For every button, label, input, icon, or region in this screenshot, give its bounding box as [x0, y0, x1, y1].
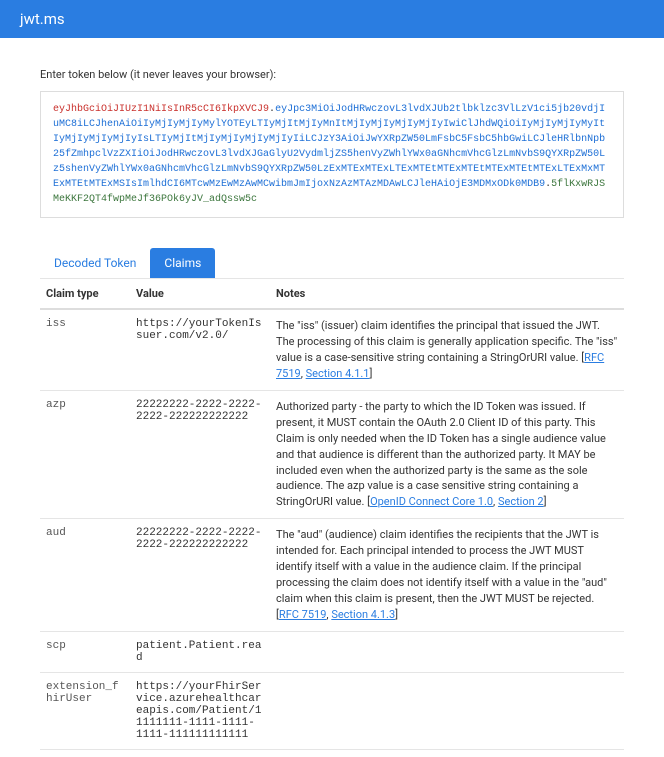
instruction-label: Enter token below (it never leaves your … [40, 68, 624, 81]
section-link[interactable]: Section 2 [498, 495, 544, 508]
col-header-notes: Notes [270, 279, 624, 309]
claim-notes [270, 672, 624, 749]
notes-text: The "iss" (issuer) claim identifies the … [276, 319, 617, 364]
claim-type: extension_fhirUser [40, 672, 130, 749]
spec-link[interactable]: OpenID Connect Core 1.0 [370, 495, 493, 508]
table-header-row: Claim type Value Notes [40, 279, 624, 309]
claim-type: scp [40, 631, 130, 672]
claim-type: aud [40, 519, 130, 632]
col-header-type: Claim type [40, 279, 130, 309]
claim-value: https://yourTokenIssuer.com/v2.0/ [130, 309, 270, 390]
table-row: iss https://yourTokenIssuer.com/v2.0/ Th… [40, 309, 624, 390]
table-row: azp 22222222-2222-2222-2222-222222222222… [40, 390, 624, 519]
claims-table: Claim type Value Notes iss https://yourT… [40, 279, 624, 750]
claim-value: https://yourFhirService.azurehealthcarea… [130, 672, 270, 749]
claim-notes: The "aud" (audience) claim identifies th… [270, 519, 624, 632]
table-row: extension_fhirUser https://yourFhirServi… [40, 672, 624, 749]
main-content: Enter token below (it never leaves your … [0, 38, 664, 750]
notes-text: ] [395, 608, 398, 621]
rfc-link[interactable]: RFC 7519 [279, 608, 326, 621]
section-link[interactable]: Section 4.1.3 [331, 608, 395, 621]
tab-claims[interactable]: Claims [150, 248, 215, 278]
token-header-segment: eyJhbGciOiJIUzI1NiIsInR5cCI6IkpXVCJ9 [53, 104, 269, 115]
notes-text: ] [369, 367, 372, 380]
claim-notes: The "iss" (issuer) claim identifies the … [270, 309, 624, 390]
app-title: jwt.ms [20, 10, 65, 28]
claim-value: 22222222-2222-2222-2222-222222222222 [130, 519, 270, 632]
section-link[interactable]: Section 4.1.1 [306, 367, 370, 380]
claim-notes [270, 631, 624, 672]
claim-value: 22222222-2222-2222-2222-222222222222 [130, 390, 270, 519]
app-header: jwt.ms [0, 0, 664, 38]
token-payload-segment: eyJpc3MiOiJodHRwczovL3lvdXJUb2tlbklzc3Vl… [53, 104, 605, 190]
claim-value: patient.Patient.read [130, 631, 270, 672]
claim-notes: Authorized party - the party to which th… [270, 390, 624, 519]
table-row: aud 22222222-2222-2222-2222-222222222222… [40, 519, 624, 632]
token-input[interactable]: eyJhbGciOiJIUzI1NiIsInR5cCI6IkpXVCJ9.eyJ… [40, 91, 624, 218]
notes-text: ] [544, 495, 547, 508]
tab-bar: Decoded Token Claims [40, 248, 624, 279]
tab-decoded-token[interactable]: Decoded Token [40, 248, 150, 278]
claim-type: azp [40, 390, 130, 519]
col-header-value: Value [130, 279, 270, 309]
claim-type: iss [40, 309, 130, 390]
notes-text: Authorized party - the party to which th… [276, 400, 606, 509]
table-row: scp patient.Patient.read [40, 631, 624, 672]
